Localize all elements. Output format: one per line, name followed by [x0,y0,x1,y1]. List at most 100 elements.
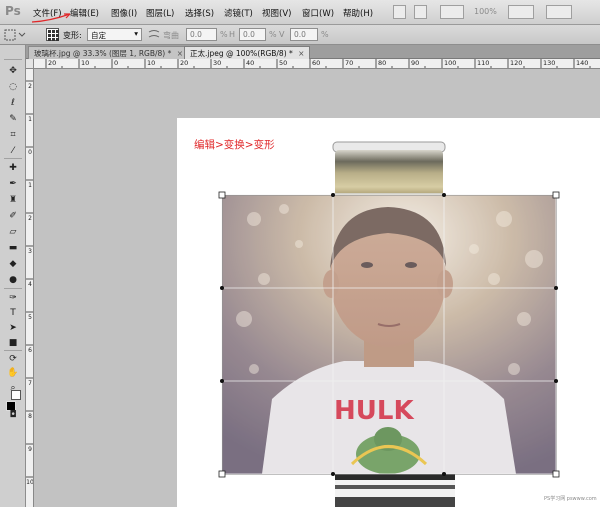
ruler-label: 10 [81,59,90,67]
background-color-swatch[interactable] [11,390,21,400]
ruler-label: 110 [477,59,490,67]
transform-tool-icon[interactable] [4,29,26,41]
photoshop-window: Ps 文件(F) 编辑(E) 图像(I) 图层(L) 选择(S) 滤镜(T) 视… [0,0,600,507]
hand-tool-icon[interactable]: ✋ [5,367,21,379]
crop-tool-icon[interactable]: ⌗ [5,129,21,141]
tab-boy[interactable]: 正太.jpeg @ 100%(RGB/8) * × [184,46,311,59]
ruler-label: 0 [28,149,32,156]
menu-bar: Ps 文件(F) 编辑(E) 图像(I) 图层(L) 选择(S) 滤镜(T) 视… [0,0,600,25]
close-icon[interactable]: × [298,49,304,58]
ruler-label: 20 [180,59,189,67]
watermark-text: PS学习网 pswww.com [544,496,597,502]
red-arrow-icon [31,13,71,23]
ruler-label: 9 [28,446,32,453]
blur-tool-icon[interactable]: ◆ [5,258,21,270]
3d-rotate-tool-icon[interactable]: ⟳ [5,353,21,365]
warp-label: 变形: [63,31,82,40]
healing-brush-tool-icon[interactable]: ✚ [5,162,21,174]
reference-point-icon[interactable] [46,28,59,41]
ps-logo: Ps [5,4,21,18]
tab-glass-label: 玻璃杯.jpg @ 33.3% (图层 1, RGB/8) * [34,49,172,58]
type-tool-icon[interactable]: T [5,307,21,319]
gradient-tool-icon[interactable]: ▬ [5,242,21,254]
marquee-tool-icon[interactable]: ◌ [5,81,21,93]
arrange-documents-icon[interactable] [508,5,534,19]
eraser-tool-icon[interactable]: ▱ [5,226,21,238]
menu-select[interactable]: 选择(S) [185,7,214,19]
menu-help[interactable]: 帮助(H) [343,7,373,19]
toolbar-divider [4,350,22,351]
ruler-label: 40 [246,59,255,67]
screen-mode-icon[interactable] [546,5,572,19]
ruler-label: 7 [28,380,32,387]
ruler-label: 3 [28,248,32,255]
ruler-label: 4 [28,281,32,288]
vertical-ruler[interactable]: 2 1 0 1 2 3 4 5 6 7 8 9 10 [26,59,34,507]
annotation-text: 编辑>变换>变形 [194,139,275,151]
move-tool-icon[interactable]: ✥ [5,65,21,77]
ruler-label: 2 [28,215,32,222]
ruler-label: 6 [28,347,32,354]
chevron-down-icon: ▾ [134,29,138,38]
tools-panel: ✥ ◌ ℓ ✎ ⌗ ⁄ ✚ ✒ ♜ ✐ ▱ ▬ ◆ ● ✑ T ➤ ■ ⟳ ✋ … [0,45,26,507]
lasso-tool-icon[interactable]: ℓ [5,97,21,109]
tab-glass[interactable]: 玻璃杯.jpg @ 33.3% (图层 1, RGB/8) * × [28,46,190,59]
v-label: V [279,30,285,39]
document-tabs: 玻璃杯.jpg @ 33.3% (图层 1, RGB/8) * × 正太.jpe… [26,45,600,59]
mini-bridge-icon[interactable] [414,5,427,19]
ruler-label: 90 [411,59,420,67]
warp-preset-value: 自定 [91,31,106,40]
dodge-tool-icon[interactable]: ● [5,274,21,286]
quick-selection-tool-icon[interactable]: ✎ [5,113,21,125]
bend-percent: % [220,30,228,39]
ruler-label: 1 [28,182,32,189]
v-percent: % [321,30,329,39]
h-input[interactable]: 0.0 [239,28,266,41]
toolbar-divider [4,59,22,60]
menu-image[interactable]: 图像(I) [111,7,137,19]
ruler-label: 100 [444,59,457,67]
ruler-label: 80 [378,59,387,67]
quick-mask-icon[interactable]: ◘ [5,409,21,421]
shape-tool-icon[interactable]: ■ [5,337,21,349]
close-icon[interactable]: × [177,49,183,58]
view-extras-icon[interactable] [440,5,464,19]
jar-lid-image [332,141,446,198]
warp-preset-select[interactable]: 自定 ▾ [87,28,142,41]
ruler-label: 70 [345,59,354,67]
canvas-artwork: HULK [218,141,560,507]
ruler-label: 10 [26,479,34,486]
pen-tool-icon[interactable]: ✑ [5,292,21,304]
ruler-label: 0 [114,59,119,67]
horizontal-ruler[interactable]: 20 10 0 10 20 30 40 50 60 70 80 90 100 1… [34,59,600,69]
v-input[interactable]: 0.0 [290,28,318,41]
history-brush-tool-icon[interactable]: ✐ [5,210,21,222]
menu-view[interactable]: 视图(V) [262,7,291,19]
menu-layer[interactable]: 图层(L) [146,7,174,19]
bend-label: 弯曲 [163,31,179,40]
zoom-level[interactable]: 100% [474,7,497,16]
ruler-label: 50 [279,59,288,67]
menu-filter[interactable]: 滤镜(T) [224,7,253,19]
eyedropper-tool-icon[interactable]: ⁄ [5,145,21,157]
h-percent: % [269,30,277,39]
brush-tool-icon[interactable]: ✒ [5,178,21,190]
canvas-area[interactable]: HULK 编辑>变换>变形 PS学习网 pswww.com [34,69,600,507]
bend-input[interactable]: 0.0 [186,28,217,41]
ruler-label: 5 [28,314,32,321]
ruler-label: 120 [510,59,523,67]
boy-photo-layer: HULK [222,195,556,474]
ruler-origin[interactable] [26,59,34,69]
ruler-label: 10 [147,59,156,67]
bridge-icon[interactable] [393,5,406,19]
warp-orientation-icon[interactable] [148,29,160,41]
ruler-label: 1 [28,116,32,123]
options-bar: 变形: 自定 ▾ 弯曲 0.0 % H 0.0 % V 0.0 % [0,25,600,45]
menu-window[interactable]: 窗口(W) [302,7,334,19]
jar-base-image [335,469,455,507]
ruler-label: 60 [312,59,321,67]
path-selection-tool-icon[interactable]: ➤ [5,322,21,334]
clone-stamp-tool-icon[interactable]: ♜ [5,194,21,206]
toolbar-divider [4,288,22,289]
ruler-label: 2 [28,83,32,90]
